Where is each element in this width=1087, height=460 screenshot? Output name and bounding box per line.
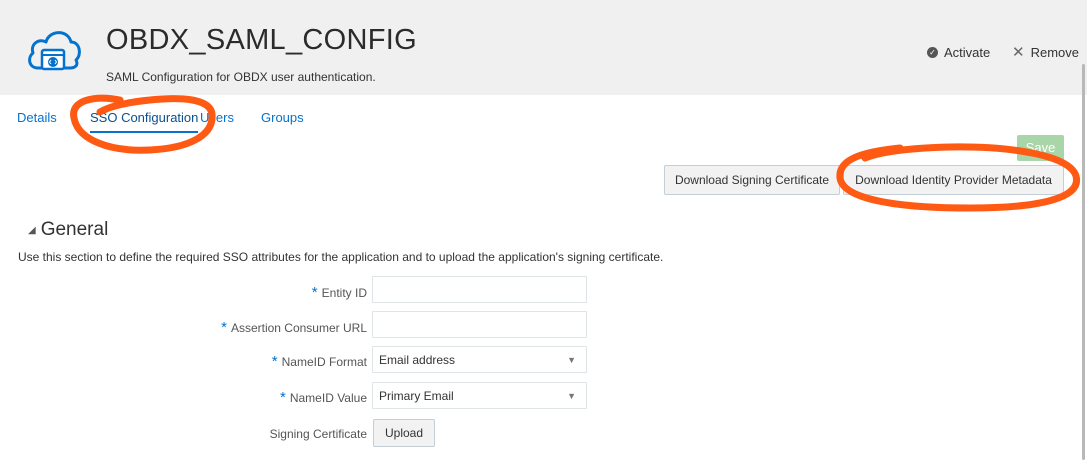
- upload-button[interactable]: Upload: [373, 419, 435, 447]
- general-section-title: General: [40, 219, 109, 240]
- required-asterisk: *: [280, 389, 286, 406]
- app-header: OBDX_SAML_CONFIG SAML Configuration for …: [0, 0, 1087, 95]
- tab-sso-configuration[interactable]: SSO Configuration: [90, 110, 199, 133]
- entity-id-label: * Entity ID: [311, 284, 367, 301]
- nameid-format-select[interactable]: Email address ▼: [372, 346, 587, 373]
- check-circle-icon: ✓: [927, 47, 938, 58]
- nameid-value-select[interactable]: Primary Email ▼: [372, 382, 587, 409]
- tab-details[interactable]: Details: [17, 110, 57, 125]
- activate-label: Activate: [944, 45, 991, 60]
- remove-button[interactable]: ✕ Remove: [1012, 45, 1079, 60]
- nameid-value-label: * NameID Value: [280, 389, 367, 406]
- activate-button[interactable]: ✓ Activate: [927, 45, 990, 60]
- remove-label: Remove: [1030, 45, 1079, 60]
- required-asterisk: *: [311, 284, 318, 301]
- required-asterisk: *: [271, 353, 278, 370]
- general-section-description: Use this section to define the required …: [18, 250, 664, 264]
- assertion-consumer-url-input[interactable]: [372, 311, 587, 338]
- entity-id-input[interactable]: [372, 276, 587, 303]
- assertion-consumer-url-label: * Assertion Consumer URL: [221, 319, 367, 336]
- collapse-triangle-icon: ◢: [28, 224, 36, 236]
- download-signing-certificate-button[interactable]: Download Signing Certificate: [664, 165, 840, 195]
- dropdown-arrow-icon: ▼: [567, 390, 576, 401]
- cloud-app-icon: [28, 31, 81, 71]
- nameid-value-value: Primary Email: [379, 388, 454, 403]
- dropdown-arrow-icon: ▼: [567, 354, 576, 365]
- general-section-toggle[interactable]: ◢ General: [28, 219, 108, 241]
- signing-certificate-label: Signing Certificate: [269, 427, 367, 441]
- nameid-format-label: * NameID Format: [271, 353, 367, 370]
- tab-users[interactable]: Users: [200, 110, 234, 125]
- nameid-format-value: Email address: [379, 352, 456, 367]
- app-subtitle: SAML Configuration for OBDX user authent…: [106, 70, 376, 84]
- app-title: OBDX_SAML_CONFIG: [106, 24, 417, 56]
- download-idp-metadata-button[interactable]: Download Identity Provider Metadata: [843, 165, 1064, 195]
- vertical-scrollbar[interactable]: [1082, 64, 1085, 460]
- tab-groups[interactable]: Groups: [261, 110, 304, 125]
- save-button[interactable]: Save: [1017, 135, 1064, 161]
- close-icon: ✕: [1012, 44, 1025, 61]
- required-asterisk: *: [221, 319, 227, 336]
